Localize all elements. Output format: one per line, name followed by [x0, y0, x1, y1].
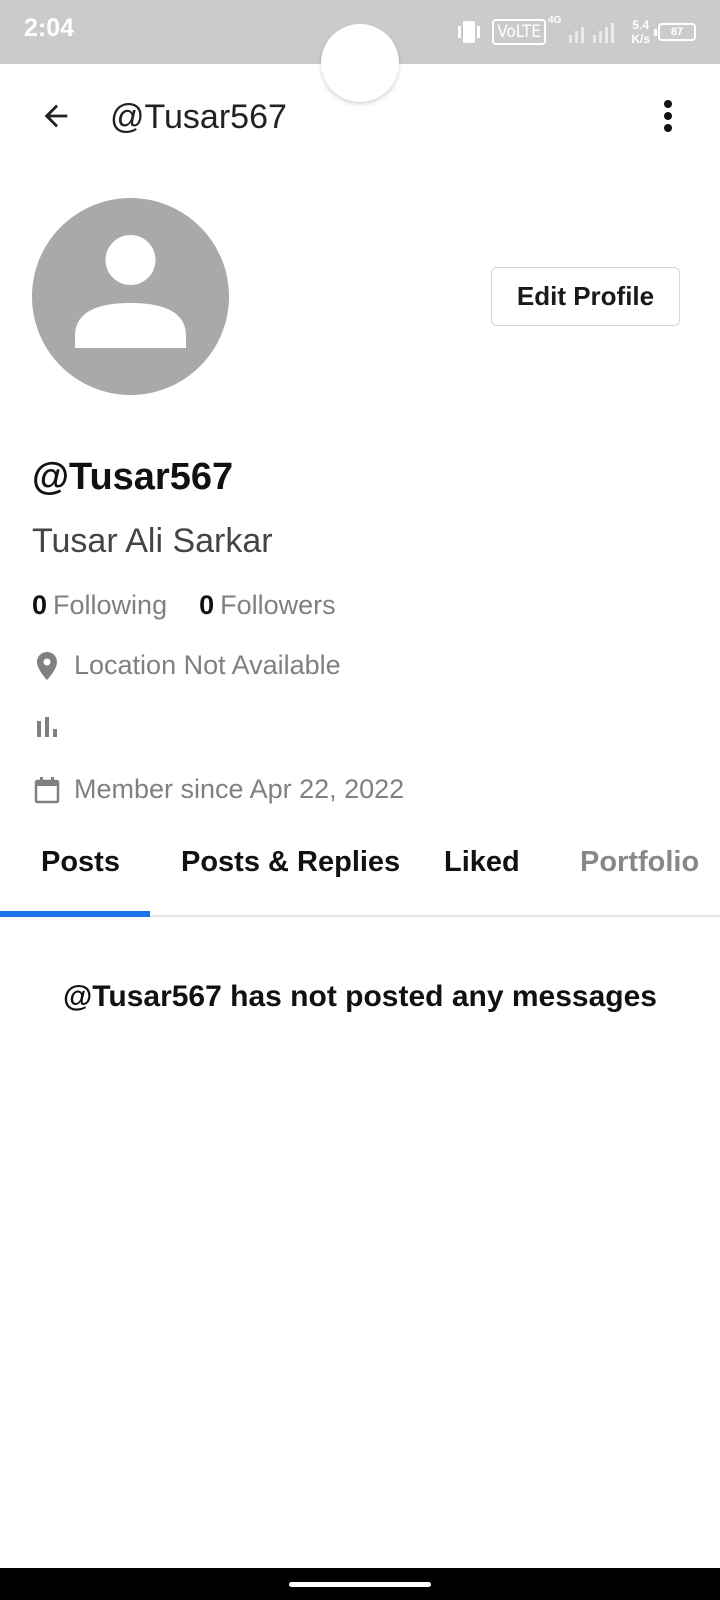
following-label: Following	[53, 590, 168, 620]
arrow-left-icon	[44, 104, 68, 128]
empty-state-message: @Tusar567 has not posted any messages	[63, 980, 657, 1013]
more-options-button[interactable]	[644, 88, 692, 144]
tab-portfolio[interactable]: Portfolio	[580, 846, 699, 879]
location-text: Location Not Available	[74, 650, 341, 680]
followers-count: 0	[199, 590, 215, 620]
battery-level: 87	[670, 26, 684, 38]
following-count: 0	[32, 590, 48, 620]
battery-icon: 87	[654, 23, 696, 41]
app-title: @Tusar567	[110, 98, 287, 136]
member-since-row: Member since Apr 22, 2022	[32, 774, 404, 805]
tab-liked[interactable]: Liked	[444, 846, 520, 879]
followers-link[interactable]: 0 Followers	[199, 590, 336, 621]
member-since-text: Member since Apr 22, 2022	[74, 774, 405, 804]
signal-icon	[569, 21, 623, 43]
location-pin-icon	[32, 651, 62, 681]
stats-row	[32, 712, 74, 742]
bar-chart-icon	[32, 712, 62, 742]
speed-unit: K/s	[631, 32, 650, 46]
tab-posts-replies[interactable]: Posts & Replies	[181, 846, 400, 879]
app-bar: @Tusar567	[0, 64, 720, 176]
battery-tip	[654, 29, 657, 36]
tab-posts[interactable]: Posts	[41, 846, 120, 879]
follow-stats: 0 Following 0 Followers	[32, 590, 336, 621]
speed-value: 5.4	[632, 18, 649, 32]
location-row: Location Not Available	[32, 650, 341, 681]
following-link[interactable]: 0 Following	[32, 590, 167, 621]
home-indicator[interactable]	[289, 1582, 431, 1587]
profile-tabs: Posts Posts & Replies Liked Portfolio	[0, 830, 720, 917]
person-icon	[75, 235, 186, 348]
status-icons: VoLTE 4G 5.4 K/s 87	[454, 12, 696, 52]
navigation-bar	[0, 1568, 720, 1600]
followers-label: Followers	[220, 590, 336, 620]
profile-handle: @Tusar567	[32, 456, 234, 498]
network-speed: 5.4 K/s	[631, 18, 650, 46]
vibrate-icon	[454, 19, 484, 45]
volte-badge: VoLTE	[492, 19, 546, 45]
display-name: Tusar Ali Sarkar	[32, 522, 273, 560]
status-time: 2:04	[24, 14, 75, 42]
back-button[interactable]	[28, 88, 84, 144]
network-type: 4G	[547, 14, 562, 26]
avatar[interactable]	[32, 198, 229, 395]
edit-profile-button[interactable]: Edit Profile	[491, 267, 680, 326]
more-vert-icon	[664, 100, 672, 132]
active-tab-indicator	[0, 911, 150, 917]
calendar-icon	[32, 775, 62, 805]
